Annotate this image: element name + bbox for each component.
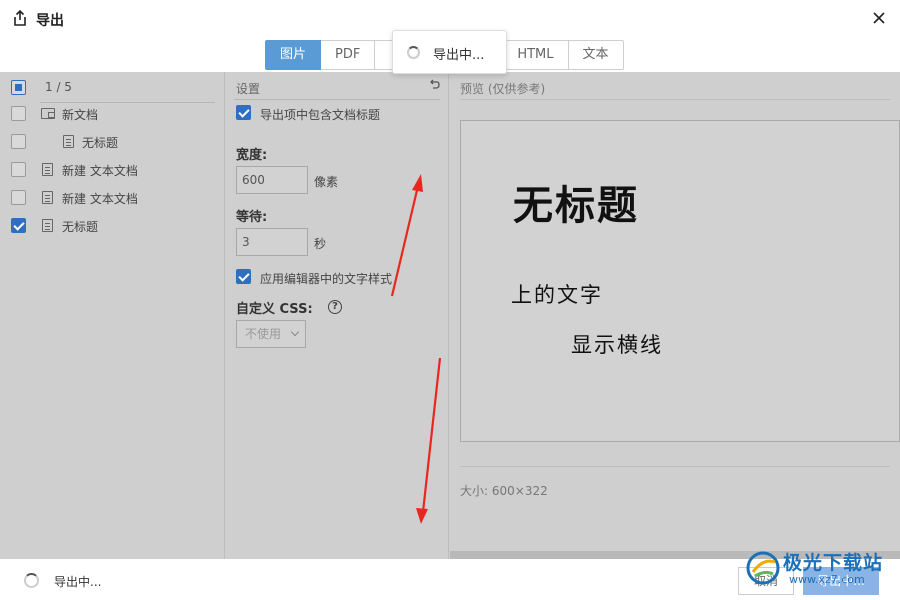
item-checkbox[interactable]	[11, 162, 26, 177]
watermark-url: www.xz7.com	[789, 573, 865, 586]
dialog-title: 导出	[36, 13, 64, 29]
tab-html[interactable]: HTML	[503, 40, 569, 70]
settings-panel: 设置 导出项中包含文档标题 宽度: 600 像素 等待: 3 秒 应用编辑器中的…	[226, 72, 449, 559]
width-label: 宽度:	[236, 148, 268, 163]
folder-doc-icon	[41, 108, 55, 119]
preview-panel: 预览 (仅供参考) 无标题 上的文字 显示横线 大小: 600×322	[450, 72, 900, 559]
settings-header: 设置	[236, 82, 261, 96]
divider	[460, 466, 890, 467]
wait-input[interactable]: 3	[236, 228, 308, 256]
divider	[234, 99, 440, 100]
site-watermark: 极光下载站 www.xz7.com	[745, 546, 895, 596]
loading-toast-text: 导出中...	[433, 48, 485, 63]
watermark-text: 极光下载站	[783, 552, 884, 574]
wait-label: 等待:	[236, 210, 268, 225]
list-item[interactable]: 新建 文本文档	[0, 156, 225, 184]
item-checkbox[interactable]	[11, 134, 26, 149]
divider	[460, 99, 890, 100]
list-item[interactable]: 无标题	[0, 128, 225, 156]
include-title-checkbox[interactable]	[236, 105, 251, 120]
chevron-down-icon	[290, 327, 300, 337]
preview-title: 无标题	[513, 182, 639, 229]
selection-count: 1 / 5	[45, 80, 72, 94]
close-icon[interactable]	[870, 9, 888, 27]
footer-status: 导出中...	[54, 575, 102, 589]
custom-css-select[interactable]: 不使用	[236, 320, 306, 348]
preview-line-2: 显示横线	[571, 333, 663, 357]
file-list-panel: 1 / 5 新文档 无标题 新建 文本文档 新建 文本文档 无标题	[0, 72, 225, 559]
document-icon	[63, 135, 74, 148]
preview-line-1: 上的文字	[511, 283, 603, 307]
list-item-label: 新建 文本文档	[62, 192, 138, 206]
dialog-body: 1 / 5 新文档 无标题 新建 文本文档 新建 文本文档 无标题 设置 导出项…	[0, 72, 900, 559]
item-checkbox[interactable]	[11, 106, 26, 121]
select-all-checkbox[interactable]	[11, 80, 26, 95]
apply-styles-checkbox[interactable]	[236, 269, 251, 284]
tab-pdf[interactable]: PDF	[321, 40, 376, 70]
list-item-label: 新建 文本文档	[62, 164, 138, 178]
include-title-label: 导出项中包含文档标题	[260, 108, 381, 122]
apply-styles-label: 应用编辑器中的文字样式	[260, 272, 393, 286]
loading-toast: 导出中...	[392, 30, 507, 74]
spinner-icon	[24, 573, 39, 588]
wait-unit: 秒	[314, 237, 327, 251]
custom-css-label: 自定义 CSS:	[236, 302, 313, 317]
spinner-icon	[407, 46, 420, 59]
share-export-icon	[14, 10, 26, 26]
width-input[interactable]: 600	[236, 166, 308, 194]
help-icon[interactable]: ?	[328, 300, 342, 314]
custom-css-select-value: 不使用	[245, 327, 282, 341]
list-item-label: 无标题	[62, 220, 99, 234]
tab-image[interactable]: 图片	[265, 40, 322, 70]
document-icon	[42, 163, 53, 176]
list-item-label: 无标题	[82, 136, 119, 150]
preview-canvas: 无标题 上的文字 显示横线	[460, 120, 900, 442]
list-item[interactable]: 新建 文本文档	[0, 184, 225, 212]
item-checkbox[interactable]	[11, 190, 26, 205]
width-unit: 像素	[314, 175, 339, 189]
preview-size: 大小: 600×322	[460, 484, 548, 498]
preview-header: 预览 (仅供参考)	[460, 82, 546, 96]
undo-icon[interactable]	[428, 79, 440, 91]
item-checkbox[interactable]	[11, 218, 26, 233]
file-list-header: 1 / 5	[0, 76, 225, 103]
list-item-label: 新文档	[62, 108, 99, 122]
document-icon	[42, 219, 53, 232]
list-item[interactable]: 新文档	[0, 100, 225, 128]
list-item[interactable]: 无标题	[0, 212, 225, 240]
watermark-logo-icon	[746, 551, 780, 585]
document-icon	[42, 191, 53, 204]
tab-text[interactable]: 文本	[568, 40, 624, 70]
